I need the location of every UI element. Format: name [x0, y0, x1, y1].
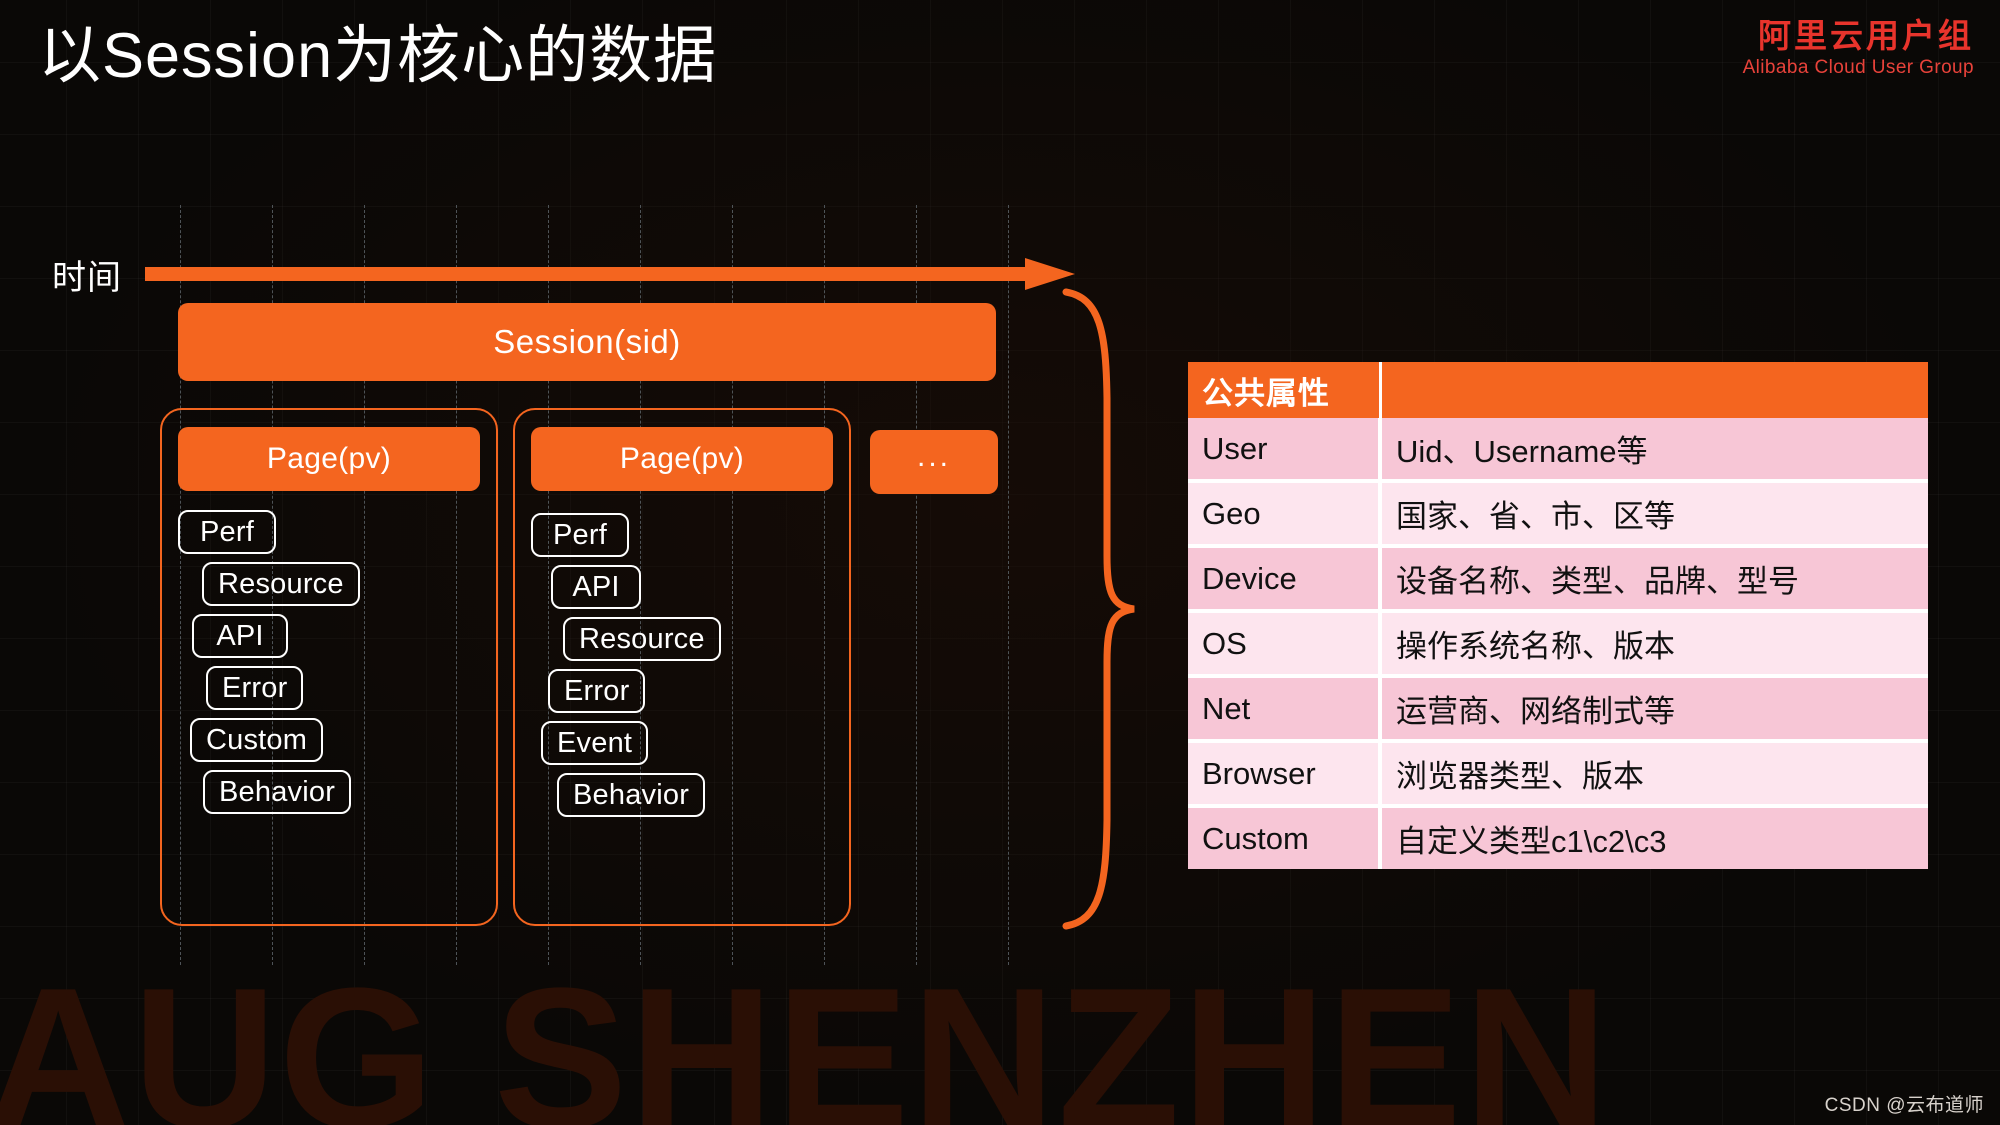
- time-axis-label: 时间: [52, 259, 122, 297]
- aug-shenzhen-watermark: AUG SHENZHEN: [0, 947, 1611, 1125]
- table-row: Custom 自定义类型c1\c2\c3: [1188, 804, 1928, 869]
- table-cell-key: Net: [1188, 674, 1382, 741]
- table-row: Geo 国家、省、市、区等: [1188, 479, 1928, 546]
- ellipsis-label: ...: [916, 439, 951, 473]
- page-header: Page(pv): [531, 427, 833, 491]
- table-cell-key: Browser: [1188, 739, 1382, 806]
- right-curly-brace-icon: [1062, 288, 1135, 930]
- page-tag-error: Error: [206, 666, 304, 710]
- table-header-cell-key: 公共属性: [1188, 362, 1380, 418]
- table-row: Device 设备名称、类型、品牌、型号: [1188, 544, 1928, 611]
- table-cell-key: User: [1188, 418, 1382, 481]
- right-arrow-icon: [145, 258, 1075, 290]
- table-cell-key: Device: [1188, 544, 1382, 611]
- table-header: 公共属性: [1188, 362, 1928, 418]
- more-pages-ellipsis-box: ...: [870, 430, 998, 494]
- table-cell-value: 运营商、网络制式等: [1380, 674, 1928, 741]
- page-tag-resource: Resource: [563, 617, 721, 661]
- table-body: User Uid、Username等 Geo 国家、省、市、区等 Device 设备名称、…: [1188, 418, 1928, 869]
- table-cell-value: 操作系统名称、版本: [1380, 609, 1928, 676]
- dashed-guide-line: [1008, 205, 1009, 965]
- page-tag-behavior: Behavior: [557, 773, 706, 817]
- page-title: 以Session为核心的数据: [38, 21, 718, 91]
- table-cell-key: Geo: [1188, 479, 1382, 546]
- page-tag-api: API: [551, 565, 641, 609]
- table-cell-value: Uid、Username等: [1380, 418, 1928, 481]
- page-tag-perf: Perf: [531, 513, 629, 557]
- page-tag-api: API: [192, 614, 288, 658]
- table-row: OS 操作系统名称、版本: [1188, 609, 1928, 676]
- session-bar: Session(sid): [178, 303, 996, 381]
- table-header-cell-value: [1378, 362, 1928, 418]
- page-tag-error: Error: [548, 669, 646, 713]
- logo-english-text: Alibaba Cloud User Group: [1742, 56, 1974, 78]
- page-tag-custom: Custom: [190, 718, 324, 762]
- table-row: User Uid、Username等: [1188, 418, 1928, 481]
- alibaba-cloud-user-group-logo: 阿里云用户组 Alibaba Cloud User Group: [1742, 17, 1974, 79]
- table-cell-key: Custom: [1188, 804, 1382, 869]
- public-attributes-table: 公共属性 User Uid、Username等 Geo 国家、省、市、区等 Device…: [1188, 362, 1928, 869]
- page-tag-resource: Resource: [202, 562, 360, 606]
- table-cell-value: 设备名称、类型、品牌、型号: [1380, 544, 1928, 611]
- table-cell-key: OS: [1188, 609, 1382, 676]
- table-row: Net 运营商、网络制式等: [1188, 674, 1928, 741]
- table-row: Browser 浏览器类型、版本: [1188, 739, 1928, 806]
- slide-canvas: AUG SHENZHEN 以Session为核心的数据 阿里云用户组 Aliba…: [0, 0, 2000, 1125]
- page-tag-behavior: Behavior: [203, 770, 352, 814]
- csdn-watermark: CSDN @云布道师: [1824, 1095, 1984, 1116]
- table-header-row: 公共属性: [1188, 362, 1928, 418]
- session-bar-label: Session(sid): [493, 323, 681, 360]
- page-header: Page(pv): [178, 427, 480, 491]
- logo-chinese-text: 阿里云用户组: [1758, 17, 1974, 54]
- table-cell-value: 自定义类型c1\c2\c3: [1380, 804, 1928, 869]
- table-cell-value: 浏览器类型、版本: [1380, 739, 1928, 806]
- page-header-label: Page(pv): [266, 442, 392, 475]
- page-header-label: Page(pv): [619, 442, 745, 475]
- table-cell-value: 国家、省、市、区等: [1380, 479, 1928, 546]
- page-tag-perf: Perf: [178, 510, 276, 554]
- page-tag-event: Event: [541, 721, 649, 765]
